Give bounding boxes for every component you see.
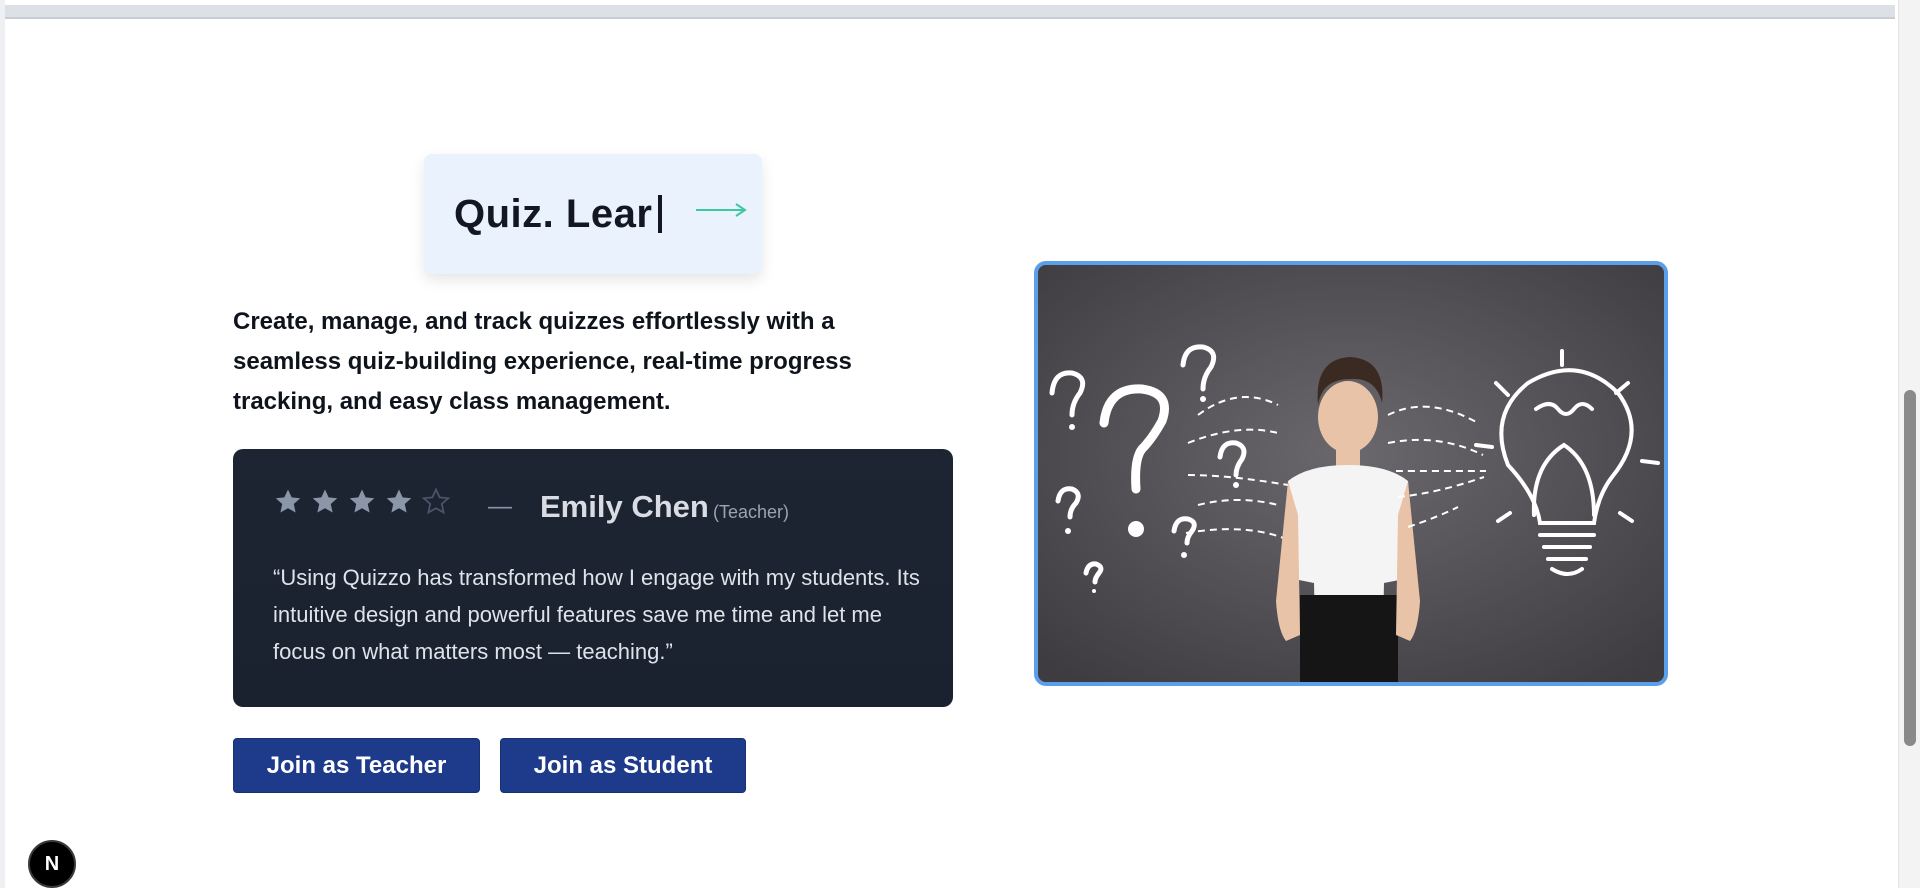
author-separator: — <box>488 493 512 520</box>
star-empty-icon <box>421 487 451 515</box>
star-filled-icon <box>312 489 338 513</box>
arrow-right-icon <box>696 203 747 217</box>
top-divider <box>5 0 1895 19</box>
dev-tools-badge[interactable]: N <box>28 840 76 888</box>
scrollbar-thumb[interactable] <box>1904 390 1916 746</box>
join-as-teacher-button[interactable]: Join as Teacher <box>233 738 480 793</box>
rating-stars <box>273 487 451 517</box>
star-filled-icon <box>349 489 375 513</box>
scrollbar[interactable] <box>1898 0 1920 888</box>
typing-heading-card: Quiz. Lear <box>424 154 762 274</box>
star-filled-icon <box>275 489 301 513</box>
left-gutter <box>0 0 5 888</box>
star-filled-icon <box>386 489 412 513</box>
join-as-student-button[interactable]: Join as Student <box>500 738 746 793</box>
hero-image <box>1034 261 1668 686</box>
typing-heading-text: Quiz. Lear <box>454 192 653 236</box>
typing-heading: Quiz. Lear <box>454 192 663 237</box>
page: Quiz. Lear Create, manage, and track qui… <box>0 0 1920 888</box>
woman-chalkboard-lightbulb-illustration <box>1038 265 1664 682</box>
testimonial-author: Emily Chen <box>540 489 709 524</box>
testimonial-role: (Teacher) <box>713 502 790 522</box>
text-cursor <box>658 195 663 233</box>
testimonial-card: — Emily Chen (Teacher) “Using Quizzo has… <box>233 449 953 707</box>
testimonial-quote: “Using Quizzo has transformed how I enga… <box>273 565 920 664</box>
hero-tagline: Create, manage, and track quizzes effort… <box>233 308 852 415</box>
